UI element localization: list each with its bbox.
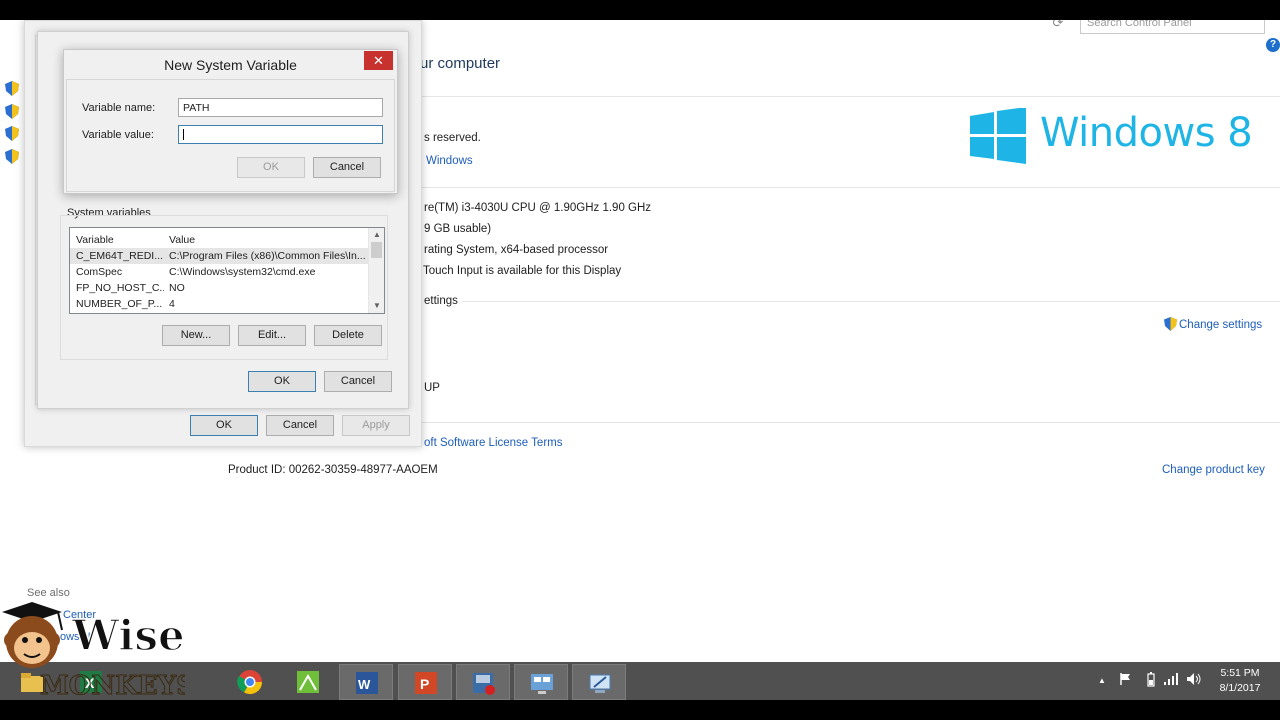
- change-product-key-link[interactable]: Change product key: [1162, 464, 1265, 476]
- wise-monkeys-watermark-logo: Wise MONKEYS: [2, 602, 185, 700]
- taskbar: X W P ▲ 5:51 PM 8/1/2017: [0, 662, 1280, 700]
- table-row[interactable]: C_EM64T_REDI... C:\Program Files (x86)\C…: [70, 248, 368, 264]
- taskbar-notepad-plus[interactable]: [281, 664, 335, 700]
- taskbar-control-panel[interactable]: [572, 664, 626, 700]
- word-icon: W: [356, 672, 378, 694]
- refresh-button[interactable]: ⟳: [1046, 20, 1070, 34]
- divider: [420, 96, 1280, 97]
- new-system-variable-dialog: New System Variable ✕ Variable name: PAT…: [63, 49, 398, 194]
- section-heading-settings: ettings: [424, 295, 458, 307]
- new-variable-button[interactable]: New...: [162, 325, 230, 346]
- clock-time: 5:51 PM: [1220, 667, 1260, 679]
- more-features-link[interactable]: Windows: [426, 155, 473, 167]
- letterbox-top: [0, 0, 1280, 20]
- uac-shield-icon: [5, 104, 19, 119]
- ram-value: 9 GB usable): [424, 223, 492, 235]
- change-settings-link[interactable]: Change settings: [1164, 317, 1262, 331]
- divider: [420, 422, 1280, 423]
- powerpoint-icon: P: [415, 672, 437, 694]
- table-row[interactable]: NUMBER_OF_P... 4: [70, 296, 368, 312]
- variable-cell: NUMBER_OF_P...: [76, 298, 163, 310]
- value-cell: C:\Windows\system32\cmd.exe: [169, 266, 316, 278]
- env-ok-button[interactable]: OK: [248, 371, 316, 392]
- svg-text:W: W: [358, 677, 371, 692]
- table-row[interactable]: FP_NO_HOST_C... NO: [70, 280, 368, 296]
- variable-value-field[interactable]: [178, 125, 383, 144]
- scroll-up-icon[interactable]: ▲: [369, 228, 384, 242]
- system-type-value: rating System, x64-based processor: [424, 244, 609, 256]
- action-center-flag-icon[interactable]: [1118, 672, 1132, 686]
- taskbar-powerpoint[interactable]: P: [398, 664, 452, 700]
- variable-cell: FP_NO_HOST_C...: [76, 282, 164, 294]
- value-cell: C:\Program Files (x86)\Common Files\In..…: [169, 250, 365, 262]
- help-icon[interactable]: ?: [1266, 38, 1280, 52]
- table-row[interactable]: ComSpec C:\Windows\system32\cmd.exe: [70, 264, 368, 280]
- variable-cell: C_EM64T_REDI...: [76, 250, 163, 262]
- divider: [462, 301, 1280, 302]
- uac-shield-icon: [1164, 317, 1177, 331]
- uac-shield-icon: [5, 126, 19, 141]
- taskbar-media-player[interactable]: [456, 664, 510, 700]
- watermark-line1: Wise: [71, 611, 185, 660]
- windows-logo-text: Windows 8: [1040, 110, 1253, 156]
- value-cell: NO: [169, 282, 185, 294]
- divider: [420, 187, 1280, 188]
- license-terms-link[interactable]: oft Software License Terms: [424, 437, 563, 449]
- copyright-text: s reserved.: [424, 132, 481, 144]
- media-recorder-icon: [473, 673, 495, 695]
- processor-value: re(TM) i3-4030U CPU @ 1.90GHz 1.90 GHz: [424, 202, 652, 214]
- variable-value-label: Variable value:: [82, 129, 154, 141]
- taskbar-remote-desktop[interactable]: [514, 664, 568, 700]
- system-variables-list[interactable]: Variable Value C_EM64T_REDI... C:\Progra…: [69, 227, 385, 314]
- watermark-line2: MONKEYS: [40, 671, 185, 700]
- network-icon: [531, 674, 553, 694]
- taskbar-chrome[interactable]: [223, 664, 277, 700]
- column-header-value[interactable]: Value: [169, 234, 195, 246]
- letterbox-bottom: [0, 700, 1280, 720]
- scroll-thumb[interactable]: [371, 242, 382, 258]
- page-title: ur computer: [420, 55, 501, 72]
- clock-date: 8/1/2017: [1219, 682, 1261, 694]
- taskbar-clock[interactable]: 5:51 PM 8/1/2017: [1212, 666, 1268, 696]
- show-hidden-icons[interactable]: ▲: [1098, 676, 1106, 685]
- svg-text:P: P: [420, 676, 429, 692]
- wifi-signal-icon[interactable]: [1163, 672, 1179, 686]
- apply-button[interactable]: Apply: [342, 415, 410, 436]
- change-settings-label: Change settings: [1179, 319, 1263, 331]
- volume-icon[interactable]: [1186, 672, 1202, 686]
- scroll-down-icon[interactable]: ▼: [369, 299, 384, 313]
- taskbar-word[interactable]: W: [339, 664, 393, 700]
- text-caret: [183, 129, 184, 140]
- chrome-icon: [237, 670, 262, 695]
- list-header: Variable Value: [70, 228, 368, 248]
- ok-button[interactable]: OK: [190, 415, 258, 436]
- uac-shield-icon: [5, 81, 19, 96]
- dialog-title-bar[interactable]: New System Variable ✕: [64, 50, 397, 78]
- vertical-scrollbar[interactable]: ▲ ▼: [368, 228, 384, 313]
- battery-icon[interactable]: [1145, 672, 1157, 688]
- product-id: Product ID: 00262-30359-48977-AAOEM: [228, 464, 438, 476]
- search-input[interactable]: Search Control Panel: [1080, 20, 1265, 34]
- delete-variable-button[interactable]: Delete: [314, 325, 382, 346]
- value-cell: 4: [169, 298, 175, 310]
- column-header-variable[interactable]: Variable: [76, 234, 114, 246]
- system-properties-icon: [589, 674, 611, 693]
- variable-name-label: Variable name:: [82, 102, 156, 114]
- env-cancel-button[interactable]: Cancel: [324, 371, 392, 392]
- notepad-plus-icon: [297, 671, 319, 693]
- variable-cell: ComSpec: [76, 266, 123, 278]
- variable-name-field[interactable]: PATH: [178, 98, 383, 117]
- uac-shield-icon: [5, 149, 19, 164]
- edit-variable-button[interactable]: Edit...: [238, 325, 306, 346]
- cancel-button[interactable]: Cancel: [266, 415, 334, 436]
- dialog-title: New System Variable: [164, 57, 297, 73]
- workgroup-value: UP: [424, 382, 440, 394]
- ok-button[interactable]: OK: [237, 157, 305, 178]
- dialog-body: Variable name: PATH Variable value: OK C…: [66, 79, 395, 192]
- windows-logo: Windows 8: [968, 108, 1258, 168]
- pen-touch-value: Touch Input is available for this Displa…: [423, 265, 622, 277]
- cancel-button[interactable]: Cancel: [313, 157, 381, 178]
- close-icon[interactable]: ✕: [364, 51, 393, 70]
